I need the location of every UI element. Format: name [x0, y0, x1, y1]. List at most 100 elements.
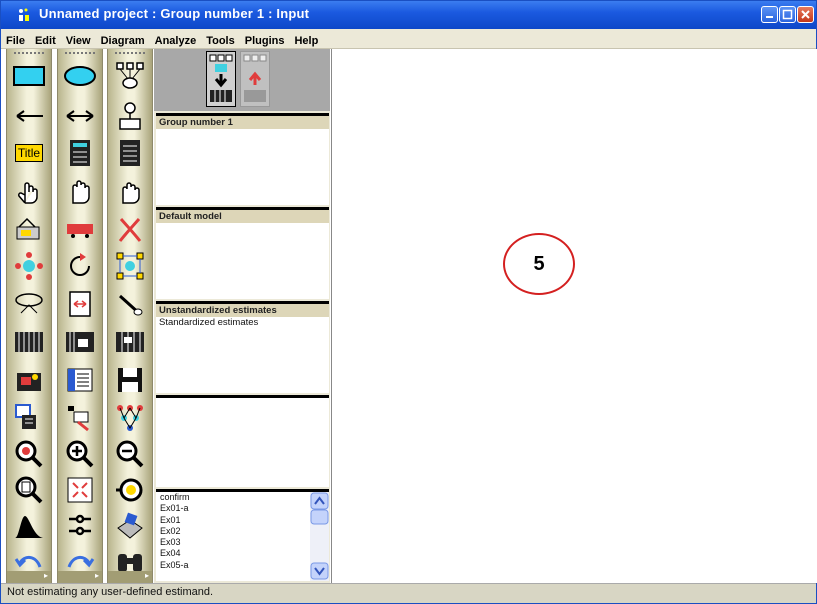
view-mode-switcher	[154, 49, 330, 111]
view-output-diagram-button[interactable]	[240, 51, 270, 107]
file-list[interactable]: confirm Ex01-a Ex01 Ex02 Ex03 Ex04 Ex05-…	[156, 489, 329, 581]
estimates-grid-icon	[116, 332, 144, 352]
toolbar-grip[interactable]	[65, 52, 95, 56]
zoom-out-tool[interactable]	[113, 437, 147, 471]
toolbox-column-1: Title ▸	[6, 49, 52, 583]
groups-panel[interactable]: Group number 1	[156, 113, 329, 205]
copy-to-clipboard-tool[interactable]	[63, 400, 97, 434]
resize-diagram-tool[interactable]	[63, 287, 97, 321]
draw-unique-variable-tool[interactable]	[113, 99, 147, 133]
models-panel-header[interactable]: Default model	[156, 210, 329, 223]
list-objects-tool[interactable]	[113, 136, 147, 170]
draw-latent-variable-tool[interactable]	[63, 59, 97, 93]
touch-up-icon	[116, 252, 144, 280]
fit-to-page-tool[interactable]	[63, 473, 97, 507]
zoom-in-area-tool[interactable]	[12, 437, 46, 471]
figure-caption-tool[interactable]: Title	[12, 136, 46, 170]
magnifier-page-icon	[15, 476, 43, 504]
reflect-indicators-tool[interactable]	[12, 287, 46, 321]
menu-file[interactable]: File	[1, 33, 30, 47]
file-list-item[interactable]: confirm	[156, 492, 329, 503]
standardized-estimates-option[interactable]: Standardized estimates	[156, 317, 329, 328]
file-list-item[interactable]: Ex03	[156, 537, 329, 548]
list-variables-in-model-tool[interactable]	[63, 136, 97, 170]
minimize-button[interactable]	[761, 6, 778, 23]
multiple-group-analysis-tool[interactable]	[63, 509, 97, 543]
duplicate-objects-tool[interactable]	[63, 212, 97, 246]
estimates-panel[interactable]: Unstandardized estimates Standardized es…	[156, 301, 329, 393]
draw-indicator-variable-tool[interactable]	[113, 59, 147, 93]
erase-objects-tool[interactable]	[113, 212, 147, 246]
specification-search-tool[interactable]	[113, 400, 147, 434]
ellipse-reflect-icon	[15, 293, 43, 314]
move-object-tool[interactable]	[12, 212, 46, 246]
toolbar-scroll-footer[interactable]: ▸	[108, 571, 152, 583]
select-one-object-tool[interactable]	[12, 174, 46, 208]
redo-arrow-icon	[67, 556, 95, 568]
zoom-in-icon	[66, 440, 94, 468]
abacus-icon	[17, 373, 41, 391]
snowflake-icon	[15, 252, 43, 280]
groups-panel-header[interactable]: Group number 1	[156, 116, 329, 129]
view-page-tool[interactable]	[12, 473, 46, 507]
erase-x-icon	[118, 218, 142, 242]
file-list-item[interactable]: Ex05-a	[156, 560, 329, 571]
file-list-item[interactable]: Ex04	[156, 548, 329, 559]
menu-view[interactable]: View	[61, 33, 96, 47]
toolbox-column-2: ▸	[57, 49, 103, 583]
draw-observed-variable-tool[interactable]	[12, 59, 46, 93]
save-diagram-tool[interactable]	[113, 363, 147, 397]
menu-analyze[interactable]: Analyze	[150, 33, 202, 47]
magnifier-icon	[15, 440, 43, 468]
models-panel[interactable]: Default model	[156, 207, 329, 299]
annotation-marker: 5	[503, 233, 575, 295]
touch-up-variable-tool[interactable]	[113, 249, 147, 283]
change-shape-tool[interactable]	[113, 287, 147, 321]
floppy-disk-icon	[118, 368, 142, 392]
rotate-indicators-tool[interactable]	[12, 249, 46, 283]
menu-diagram[interactable]: Diagram	[96, 33, 150, 47]
factor-indicators-icon	[116, 62, 144, 89]
degrees-of-freedom-tool[interactable]	[12, 509, 46, 543]
text-output-tool[interactable]	[63, 363, 97, 397]
preserve-symmetries-tool[interactable]	[63, 249, 97, 283]
print-diagram-tool[interactable]	[113, 509, 147, 543]
select-all-objects-tool[interactable]	[63, 174, 97, 208]
maximize-button[interactable]	[779, 6, 796, 23]
scrollbar-graphic	[310, 492, 329, 580]
menu-edit[interactable]: Edit	[30, 33, 61, 47]
toolbar-grip[interactable]	[14, 52, 44, 56]
double-arrow-icon	[66, 110, 94, 122]
draw-covariance-tool[interactable]	[63, 99, 97, 133]
unique-variable-icon	[119, 102, 141, 130]
title-bar[interactable]: Unnamed project : Group number 1 : Input	[1, 1, 816, 29]
deselect-all-objects-tool[interactable]	[113, 174, 147, 208]
file-list-item[interactable]: Ex01-a	[156, 503, 329, 514]
data-grid-icon	[15, 332, 43, 352]
file-list-scrollbar[interactable]	[310, 492, 329, 581]
path-diagram-canvas[interactable]: 5	[331, 49, 817, 583]
menu-help[interactable]: Help	[289, 33, 323, 47]
file-list-item[interactable]: Ex02	[156, 526, 329, 537]
file-list-item[interactable]: Ex01	[156, 515, 329, 526]
toolbar-scroll-footer[interactable]: ▸	[58, 571, 102, 583]
unstandardized-estimates-option[interactable]: Unstandardized estimates	[156, 304, 329, 317]
list-variables-tool[interactable]	[12, 325, 46, 359]
toolbar-scroll-footer[interactable]: ▸	[7, 571, 51, 583]
close-button[interactable]	[797, 6, 814, 23]
data-files-tool[interactable]	[12, 400, 46, 434]
list-estimates-tool[interactable]	[113, 325, 147, 359]
draw-path-tool[interactable]	[12, 99, 46, 133]
loupe-tool[interactable]	[113, 473, 147, 507]
view-input-diagram-button[interactable]	[206, 51, 236, 107]
rectangle-icon	[13, 66, 45, 86]
toolbar-grip[interactable]	[115, 52, 145, 56]
hand-icon	[122, 182, 140, 204]
empty-panel[interactable]	[156, 395, 329, 487]
list-parameters-tool[interactable]	[63, 325, 97, 359]
maximize-icon	[782, 9, 793, 20]
calculate-estimates-tool[interactable]	[12, 363, 46, 397]
menu-plugins[interactable]: Plugins	[240, 33, 290, 47]
zoom-in-tool[interactable]	[63, 437, 97, 471]
menu-tools[interactable]: Tools	[201, 33, 240, 47]
